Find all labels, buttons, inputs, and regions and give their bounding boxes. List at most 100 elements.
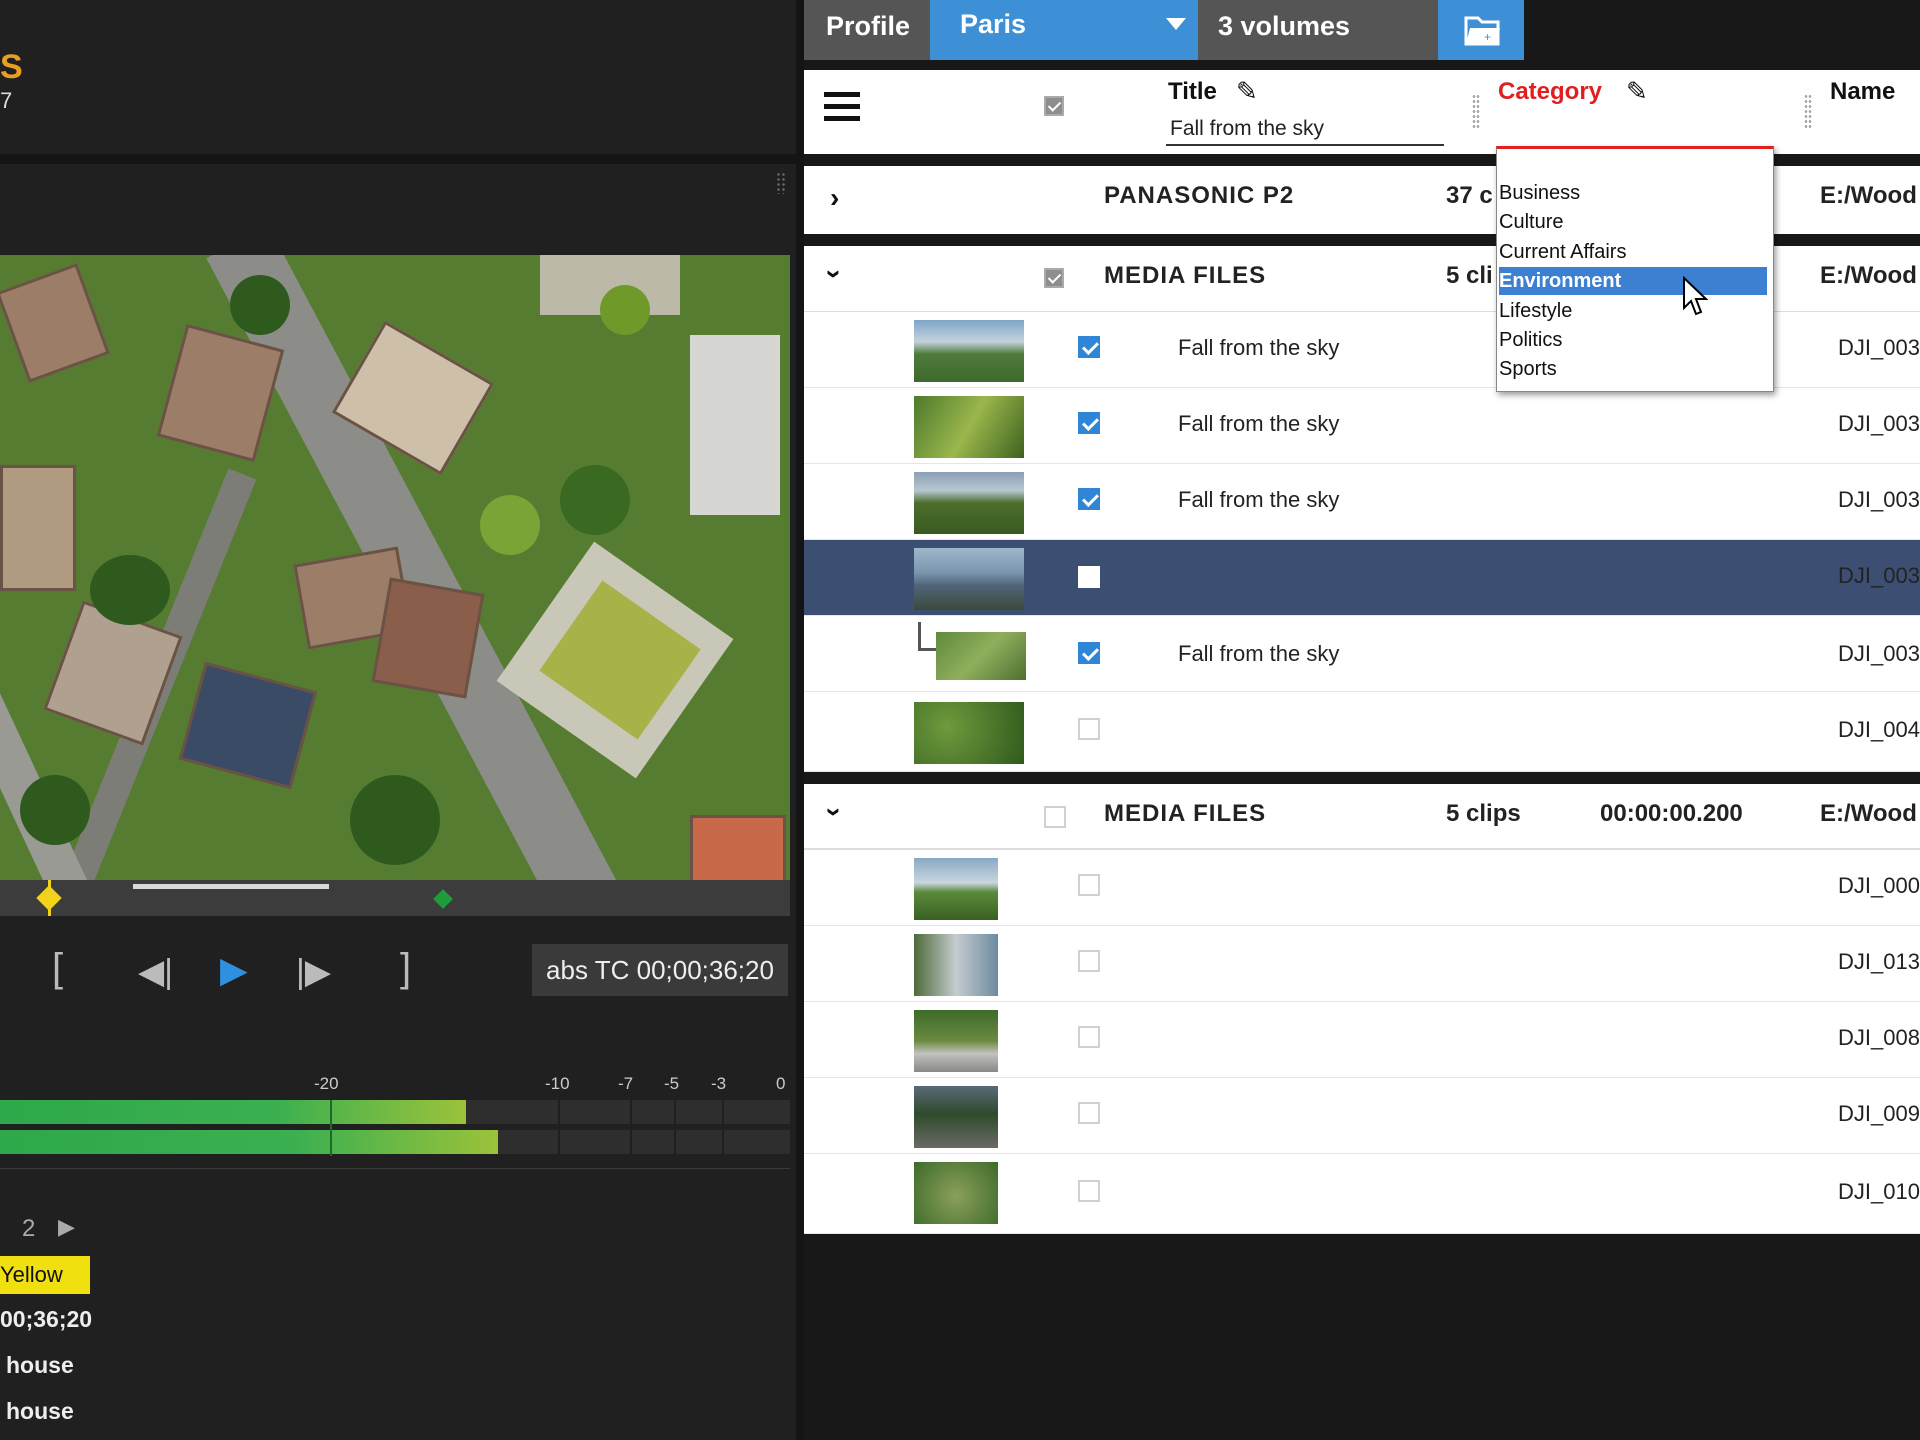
next-page-button[interactable]: ▶ (58, 1214, 75, 1240)
app-logo: S (0, 48, 23, 86)
title-filter-input[interactable]: Fall from the sky (1166, 114, 1444, 146)
dropdown-option[interactable]: Politics (1499, 326, 1767, 354)
mouse-cursor-icon (1682, 275, 1710, 323)
group-duration: 00:00:00.200 (1600, 800, 1743, 827)
marker-page-number: 2 (22, 1215, 36, 1242)
clip-thumbnail (936, 632, 1026, 680)
clip-name: DJI_003 (1838, 641, 1920, 666)
clip-title: Fall from the sky (1178, 411, 1340, 436)
clip-thumbnail (914, 934, 998, 996)
clip-thumbnail (914, 320, 1024, 382)
edit-pencil-icon[interactable]: ✎ (1626, 76, 1648, 107)
timeline-scrubber[interactable] (0, 880, 790, 916)
clip-thumbnail (914, 1162, 998, 1224)
chevron-down-icon[interactable]: › (819, 807, 851, 816)
row-checkbox[interactable] (1078, 488, 1100, 510)
next-frame-button[interactable]: |▶ (296, 952, 331, 992)
row-checkbox[interactable] (1078, 718, 1100, 740)
clip-name: DJI_004 (1838, 717, 1920, 742)
column-resize-grip[interactable] (1804, 94, 1812, 128)
breadcrumb-volumes[interactable]: 3 volumes (1198, 0, 1438, 60)
marker-text: house (6, 1398, 74, 1424)
scrub-progress (133, 884, 329, 889)
divider (0, 1168, 790, 1169)
play-button[interactable]: ▶ (220, 950, 248, 990)
group-path: E:/Wood (1820, 800, 1917, 827)
resize-grip-icon[interactable] (776, 172, 786, 194)
mark-out-button[interactable]: ] (400, 948, 411, 988)
app-version: 7 (0, 88, 13, 113)
select-all-checkbox[interactable] (1044, 96, 1064, 116)
marker-color-label[interactable]: Yellow (0, 1256, 90, 1294)
clip-thumbnail (914, 1086, 998, 1148)
column-category-header[interactable]: Category (1498, 78, 1602, 106)
column-resize-grip[interactable] (1472, 94, 1480, 128)
row-checkbox[interactable] (1078, 1102, 1100, 1124)
edit-pencil-icon[interactable]: ✎ (1236, 76, 1258, 107)
group-title: MEDIA FILES (1104, 262, 1267, 289)
clip-thumbnail (914, 548, 1024, 610)
clip-thumbnail (914, 702, 1024, 764)
clip-name: DJI_013 (1838, 949, 1920, 974)
panel-separator (0, 154, 796, 164)
clip-title: Fall from the sky (1178, 335, 1340, 360)
row-checkbox[interactable] (1078, 642, 1100, 664)
meter-tick: -5 (664, 1074, 680, 1093)
row-checkbox[interactable] (1078, 950, 1100, 972)
meter-divider (330, 1100, 332, 1156)
row-checkbox[interactable] (1078, 1026, 1100, 1048)
meter-tick: 0 (776, 1074, 786, 1093)
audio-meter-level (0, 1130, 498, 1154)
group-checkbox[interactable] (1044, 806, 1066, 828)
row-checkbox[interactable] (1078, 336, 1100, 358)
clip-name: DJI_000 (1838, 873, 1920, 898)
dropdown-option-highlighted[interactable]: Environment (1499, 267, 1767, 295)
category-dropdown[interactable]: Business Culture Current Affairs Environ… (1496, 146, 1774, 392)
dropdown-option[interactable]: Culture (1499, 208, 1767, 236)
spacer (804, 772, 1920, 784)
marker-timecode: 00;36;20 (0, 1306, 93, 1332)
clip-thumbnail (914, 472, 1024, 534)
group-count: 37 c (1446, 182, 1493, 209)
dropdown-option[interactable]: Sports (1499, 355, 1767, 383)
chevron-right-icon[interactable]: › (830, 182, 839, 214)
clip-thumbnail (914, 1010, 998, 1072)
chevron-down-icon[interactable]: › (819, 269, 851, 278)
clip-name: DJI_010 (1838, 1179, 1920, 1204)
panel-divider[interactable] (796, 0, 804, 1440)
prev-frame-button[interactable]: ◀| (138, 952, 173, 992)
group-title: MEDIA FILES (1104, 800, 1267, 827)
video-preview[interactable] (0, 255, 790, 880)
marker-text: house (6, 1352, 74, 1378)
chevron-down-icon[interactable] (1166, 18, 1186, 30)
mark-in-button[interactable]: [ (52, 948, 63, 988)
row-checkbox[interactable] (1078, 566, 1100, 588)
group-row[interactable] (804, 784, 1920, 850)
meter-tick: -3 (711, 1074, 727, 1093)
meter-divider (630, 1100, 632, 1156)
folder-open-icon[interactable]: + (1438, 0, 1524, 60)
menu-icon[interactable] (824, 92, 860, 124)
clip-thumbnail (914, 396, 1024, 458)
clip-name: DJI_003 (1838, 487, 1920, 512)
column-title-header[interactable]: Title (1168, 78, 1217, 106)
dropdown-option[interactable]: Business (1499, 179, 1767, 207)
column-name-header[interactable]: Name (1830, 78, 1895, 106)
clip-name: DJI_009 (1838, 1101, 1920, 1126)
dropdown-option[interactable]: Lifestyle (1499, 297, 1767, 325)
meter-divider (558, 1100, 560, 1156)
row-checkbox[interactable] (1078, 1180, 1100, 1202)
audio-meter-level (0, 1100, 467, 1124)
svg-text:+: + (1484, 30, 1491, 44)
meter-divider (674, 1100, 676, 1156)
row-checkbox[interactable] (1078, 874, 1100, 896)
row-checkbox[interactable] (1078, 412, 1100, 434)
meter-tick: -7 (618, 1074, 634, 1093)
dropdown-option[interactable]: Current Affairs (1499, 238, 1767, 266)
meter-tick: -20 (314, 1074, 339, 1093)
group-checkbox[interactable] (1044, 268, 1064, 288)
group-path: E:/Wood (1820, 182, 1917, 209)
clip-title: Fall from the sky (1178, 487, 1340, 512)
breadcrumb-profile[interactable]: Profile (804, 0, 930, 60)
breadcrumb-location[interactable]: Paris (930, 0, 1198, 60)
